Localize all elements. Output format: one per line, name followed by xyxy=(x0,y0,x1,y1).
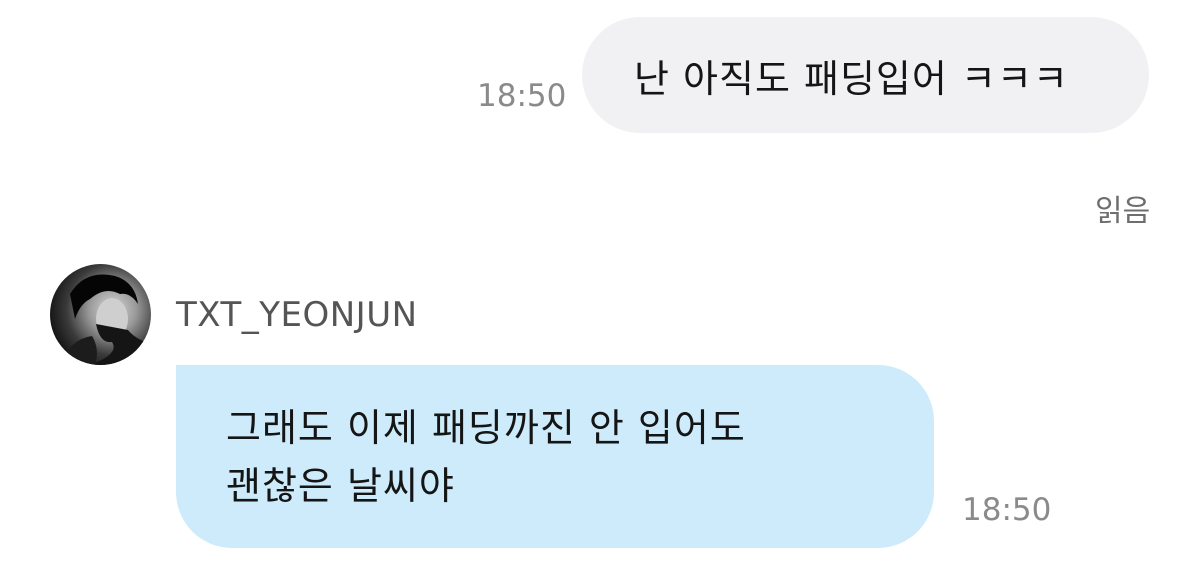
avatar[interactable] xyxy=(50,264,151,365)
outgoing-message-bubble[interactable]: 난 아직도 패딩입어 ㅋㅋㅋ xyxy=(582,17,1149,133)
incoming-message-bubble[interactable]: 그래도 이제 패딩까진 안 입어도 괜찮은 날씨야 xyxy=(176,365,934,548)
message-text: 난 아직도 패딩입어 ㅋㅋㅋ xyxy=(634,56,1069,101)
profile-photo-icon xyxy=(60,274,151,365)
message-timestamp: 18:50 xyxy=(962,492,1052,528)
message-text-line: 괜찮은 날씨야 xyxy=(226,464,455,508)
message-text-line: 그래도 이제 패딩까진 안 입어도 xyxy=(226,406,746,450)
message-timestamp: 18:50 xyxy=(477,78,567,114)
read-receipt: 읽음 xyxy=(1095,194,1151,229)
sender-name: TXT_YEONJUN xyxy=(176,295,418,335)
